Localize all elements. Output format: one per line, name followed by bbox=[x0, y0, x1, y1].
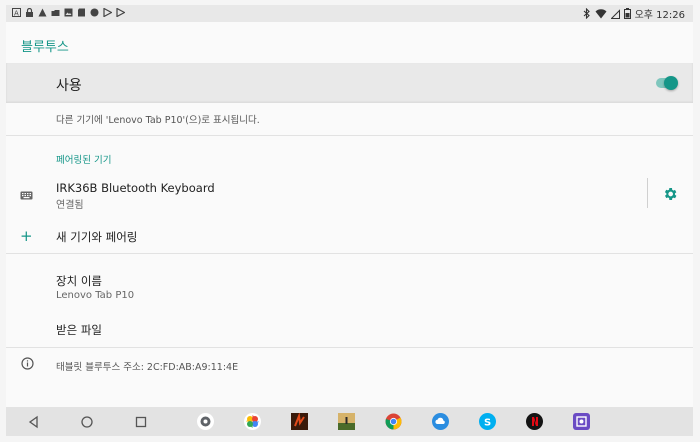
received-files-label: 받은 파일 bbox=[56, 323, 102, 337]
bluetooth-address: 태블릿 블루투스 주소: 2C:FD:AB:A9:11:4E bbox=[56, 362, 239, 373]
bluetooth-toggle-row[interactable]: 사용 bbox=[6, 63, 693, 103]
screen-app[interactable] bbox=[573, 413, 590, 430]
paired-devices-heading: 페어링된 기기 bbox=[56, 155, 112, 166]
system-icons: 오후 12:26 bbox=[583, 6, 685, 21]
circle-icon bbox=[90, 8, 99, 17]
notification-a-icon: A bbox=[12, 8, 21, 17]
divider bbox=[6, 253, 693, 254]
device-name-value: Lenovo Tab P10 bbox=[56, 290, 135, 301]
recents-icon[interactable] bbox=[133, 414, 149, 430]
play-icon bbox=[116, 8, 125, 17]
switch-knob bbox=[664, 76, 678, 90]
game-app[interactable] bbox=[291, 413, 308, 430]
paired-device-row[interactable]: IRK36B Bluetooth Keyboard 연결됨 bbox=[6, 175, 693, 217]
alert-icon bbox=[38, 8, 47, 17]
toggle-label: 사용 bbox=[56, 78, 82, 94]
received-files-row[interactable]: 받은 파일 bbox=[6, 317, 693, 347]
chrome-icon bbox=[385, 413, 402, 430]
device-name: IRK36B Bluetooth Keyboard bbox=[56, 181, 215, 195]
svg-text:S: S bbox=[484, 418, 491, 429]
chrome-app[interactable] bbox=[385, 413, 402, 430]
pair-new-device-label: 새 기기와 페어링 bbox=[56, 230, 138, 244]
visibility-text: 다른 기기에 'Lenovo Tab P10'(으)로 표시됩니다. bbox=[56, 115, 260, 126]
pinwheel-icon bbox=[244, 413, 261, 430]
signal-icon bbox=[610, 8, 620, 19]
wifi-icon bbox=[595, 8, 607, 18]
sd-card-icon bbox=[78, 8, 85, 17]
info-icon bbox=[21, 357, 34, 370]
navigation-bar: S bbox=[6, 407, 693, 436]
game-icon bbox=[291, 413, 308, 430]
page-title: 블루투스 bbox=[21, 40, 69, 55]
status-bar: A 오후 12:26 bbox=[6, 5, 693, 22]
landscape-icon bbox=[338, 413, 355, 430]
window-frame: A 오후 12:26 블루투스 사용 다른 기기에 'Lenovo Tab P1… bbox=[0, 0, 700, 442]
device-name-row[interactable]: 장치 이름 Lenovo Tab P10 bbox=[6, 267, 693, 309]
landscape-app[interactable] bbox=[338, 413, 355, 430]
play-icon bbox=[103, 8, 112, 17]
gear-icon[interactable] bbox=[662, 186, 678, 202]
back-icon[interactable] bbox=[26, 414, 42, 430]
image-icon bbox=[64, 8, 73, 17]
home-icon[interactable] bbox=[79, 414, 95, 430]
keyboard-icon bbox=[20, 191, 33, 200]
bluetooth-icon bbox=[583, 8, 590, 19]
app-header: 블루투스 bbox=[6, 22, 693, 63]
skype-app[interactable]: S bbox=[479, 413, 496, 430]
skype-icon: S bbox=[479, 413, 496, 430]
cloud-icon bbox=[51, 10, 60, 16]
pair-new-device-row[interactable]: + 새 기기와 페어링 bbox=[6, 223, 693, 253]
settings-app[interactable] bbox=[197, 413, 214, 430]
device-status: 연결됨 bbox=[56, 200, 84, 211]
bluetooth-switch[interactable] bbox=[656, 76, 678, 90]
notification-icons: A bbox=[12, 8, 125, 17]
netflix-app[interactable] bbox=[526, 413, 543, 430]
device-name-label: 장치 이름 bbox=[56, 274, 102, 288]
plus-icon: + bbox=[20, 227, 33, 245]
device-screen: A 오후 12:26 블루투스 사용 다른 기기에 'Lenovo Tab P1… bbox=[6, 5, 693, 436]
cloud-icon bbox=[432, 413, 449, 430]
status-time: 오후 12:26 bbox=[634, 10, 685, 21]
weather-app[interactable] bbox=[432, 413, 449, 430]
screen-capture-icon bbox=[573, 413, 590, 430]
battery-icon bbox=[623, 8, 631, 19]
svg-text:A: A bbox=[14, 9, 19, 17]
lock-icon bbox=[26, 8, 33, 17]
divider bbox=[647, 178, 648, 208]
divider bbox=[6, 347, 693, 348]
netflix-icon bbox=[526, 413, 543, 430]
gear-icon bbox=[197, 413, 214, 430]
photos-app[interactable] bbox=[244, 413, 261, 430]
divider bbox=[6, 135, 693, 136]
